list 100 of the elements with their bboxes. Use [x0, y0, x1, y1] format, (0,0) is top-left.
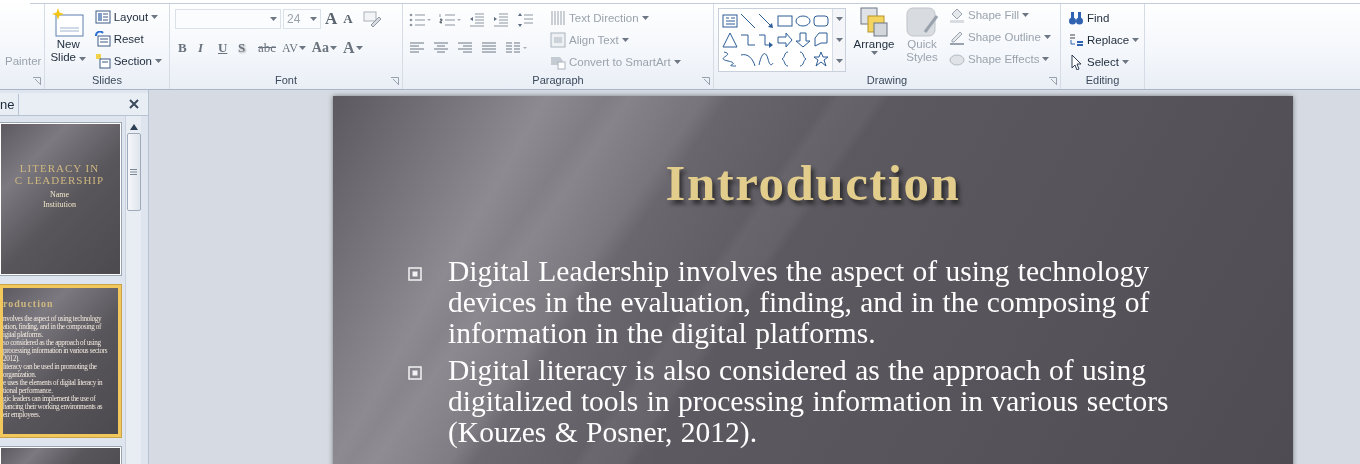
rectangle-icon	[776, 12, 793, 29]
close-icon[interactable]	[129, 99, 139, 109]
align-left-icon	[409, 40, 425, 56]
down-arrow-icon	[794, 32, 811, 48]
bold-button[interactable]: B	[175, 37, 195, 59]
caret-icon	[329, 46, 337, 50]
caret-icon	[310, 17, 317, 21]
section-button[interactable]: Section	[91, 50, 165, 72]
arrange-button[interactable]: Arrange	[850, 4, 898, 57]
reset-icon	[94, 31, 111, 47]
decrease-indent-icon	[469, 12, 485, 28]
numbering-icon	[439, 12, 461, 28]
scroll-thumb[interactable]	[126, 133, 141, 211]
caret-icon	[151, 15, 159, 19]
elbow-arrow-icon	[758, 32, 775, 48]
text-direction-icon	[550, 10, 566, 26]
columns-icon	[505, 40, 527, 56]
thumbnail-title: LITERACY IN	[18, 162, 101, 174]
scrollbar[interactable]	[125, 116, 141, 464]
caret-icon	[641, 16, 649, 20]
caret-icon	[270, 17, 277, 21]
find-button[interactable]: Find	[1065, 7, 1143, 29]
shape-effects-icon	[949, 51, 965, 67]
caret-icon	[673, 60, 681, 64]
binoculars-icon	[1068, 10, 1084, 26]
group-label: Slides	[91, 73, 123, 88]
arrange-icon	[859, 6, 889, 38]
replace-icon	[1068, 32, 1084, 48]
slide-thumbnail[interactable]: LITERACY IN C LEADERSHIP Name Institution	[0, 123, 121, 275]
slide-title: Introduction	[665, 154, 961, 212]
caret-icon	[621, 38, 629, 42]
freeform-icon	[722, 51, 739, 68]
quick-styles-icon	[905, 6, 939, 38]
caret-icon	[835, 17, 843, 22]
strike-button[interactable]: abc	[255, 37, 280, 59]
caret-icon	[835, 38, 843, 42]
dialog-launcher-icon[interactable]	[702, 77, 710, 85]
callout-icon	[812, 32, 829, 48]
caret-icon	[355, 46, 363, 50]
slide-thumbnail[interactable]	[0, 285, 121, 437]
color-button[interactable]: A	[339, 37, 366, 59]
case-button[interactable]: Aa	[308, 37, 340, 59]
italic-button[interactable]: I	[195, 37, 215, 59]
reset-button[interactable]: Reset	[91, 28, 165, 50]
grow-font-button[interactable]: A	[323, 9, 340, 29]
text-box-icon	[722, 12, 739, 29]
arc-icon	[740, 51, 757, 68]
bullet-icon	[408, 366, 422, 380]
layout-button[interactable]: Layout	[91, 6, 165, 28]
elbow-connector-icon	[740, 32, 757, 48]
new-slide-icon	[52, 8, 85, 38]
group-label: Drawing	[865, 73, 909, 88]
thumbnail-text: Name	[48, 190, 71, 199]
clear-formatting-icon[interactable]	[362, 11, 381, 27]
caret-icon	[835, 58, 843, 63]
pencil-icon	[949, 29, 965, 45]
bullet-text: Digital Leadership involves the aspect of using technology devices in the evaluation, finding, and in the composing of information in the digital platforms.	[448, 256, 1151, 349]
font-size-field[interactable]: 24	[283, 9, 321, 29]
font-name-field[interactable]	[175, 9, 281, 29]
shadow-button[interactable]: S	[235, 37, 255, 59]
thumbnail-text: Institution	[42, 200, 77, 209]
bullet-icon	[408, 267, 422, 281]
group-label: Font	[274, 73, 298, 88]
new-slide-button[interactable]: New Slide	[49, 6, 88, 66]
layout-icon	[94, 9, 111, 25]
dialog-launcher-icon[interactable]	[33, 77, 41, 85]
dialog-launcher-icon[interactable]	[391, 77, 399, 85]
caret-icon	[1042, 57, 1050, 61]
scroll-up-icon[interactable]	[129, 124, 138, 130]
line-icon	[740, 12, 757, 29]
outline-tab[interactable]: ne	[0, 93, 19, 115]
caret-icon	[155, 59, 162, 63]
dialog-launcher-icon[interactable]	[1049, 77, 1057, 85]
justify-icon	[481, 40, 497, 56]
thumbnail-title: C LEADERSHIP	[13, 174, 106, 186]
spacing-button[interactable]: AV	[279, 37, 309, 59]
right-arrow-icon	[776, 32, 793, 48]
oval-icon	[794, 12, 811, 29]
caret-icon	[1132, 38, 1140, 42]
cursor-icon	[1068, 54, 1084, 70]
triangle-icon	[722, 32, 739, 48]
grip-icon	[130, 169, 137, 175]
shrink-font-button[interactable]: A	[341, 11, 355, 27]
align-right-icon	[457, 40, 473, 56]
shapes-gallery[interactable]	[718, 8, 846, 72]
caret-icon	[870, 51, 878, 55]
group-label: Editing	[1084, 73, 1121, 88]
underline-button[interactable]: U	[215, 37, 235, 59]
group-label: Paragraph	[531, 73, 585, 88]
curve-icon	[758, 51, 775, 68]
caret-icon	[298, 46, 306, 50]
thumbnail-title: roduction	[3, 298, 55, 309]
replace-button[interactable]: Replace	[1065, 29, 1143, 51]
select-button[interactable]: Select	[1065, 51, 1143, 73]
star-icon	[812, 51, 829, 68]
center-icon	[433, 40, 449, 56]
smartart-icon	[550, 54, 566, 70]
arrow-line-icon	[758, 12, 775, 29]
increase-indent-icon	[493, 12, 509, 28]
bullet-text: Digital literacy is also considered as the approach of using digitalized tools in processing information in various sectors (Kouzes & Posner, 2012).	[448, 355, 1170, 448]
